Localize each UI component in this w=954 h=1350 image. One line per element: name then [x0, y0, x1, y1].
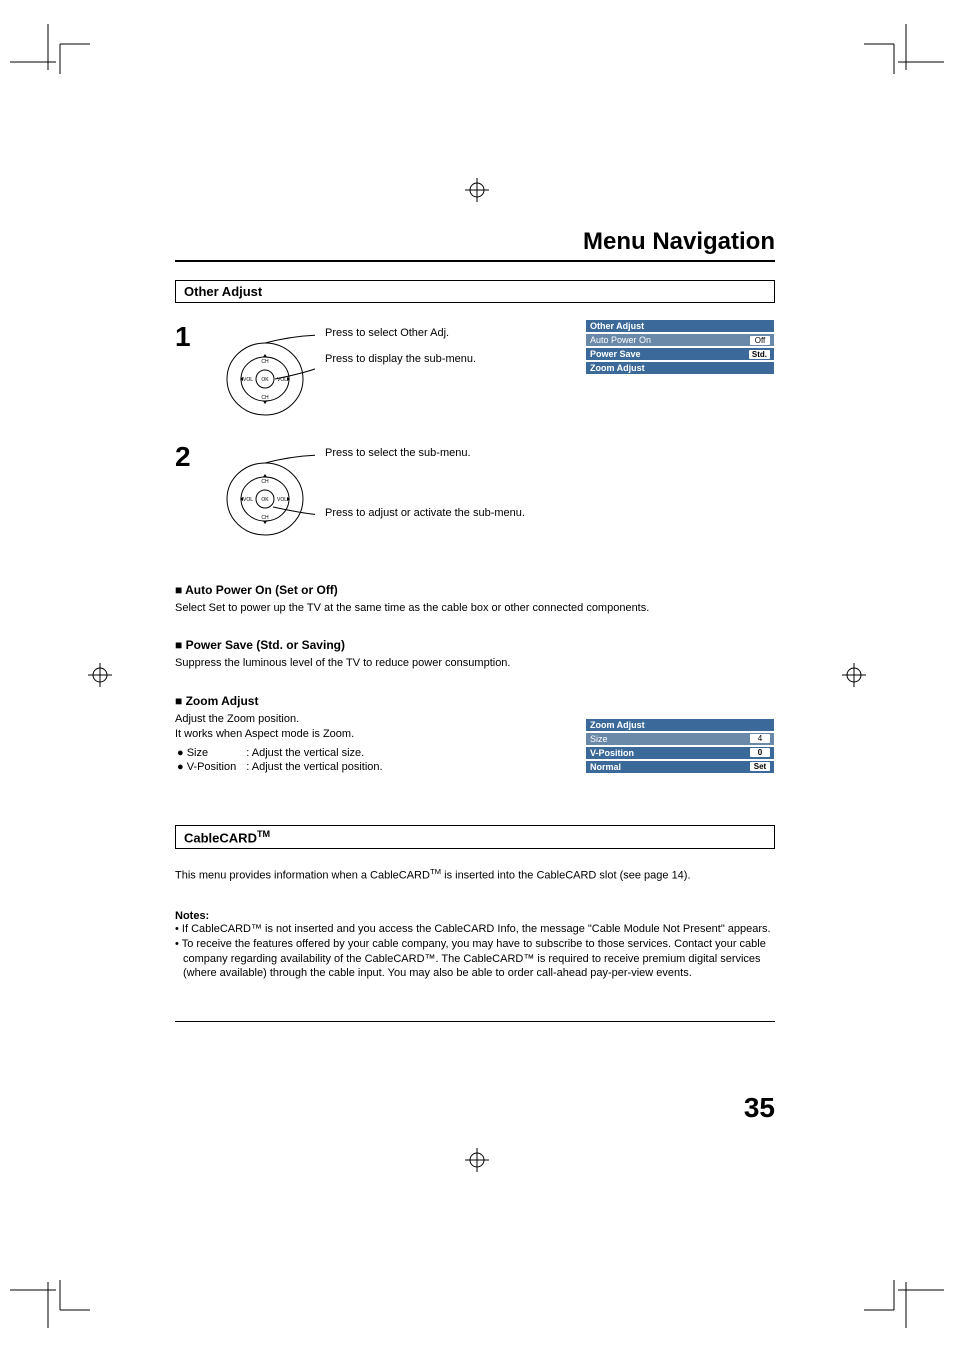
page-content: Menu Navigation Other Adjust 1 OK CH CH … [175, 228, 775, 1124]
osd-other-adjust: Other Adjust Auto Power OnOff Power Save… [585, 319, 775, 375]
cablecard-body: This menu provides information when a Ca… [175, 867, 775, 884]
step-2: 2 OK CH CH VOL VOL Press to select the s… [175, 441, 775, 561]
step-1-number: 1 [175, 321, 191, 353]
notes-list: If CableCARD™ is not inserted and you ac… [175, 922, 775, 981]
svg-text:OK: OK [261, 377, 269, 383]
step2-text-2: Press to adjust or activate the sub-menu… [325, 507, 525, 519]
subhead-auto-power: Auto Power On (Set or Off) [175, 583, 775, 597]
remote-dpad-icon: OK CH CH VOL VOL [215, 327, 315, 427]
subhead-power-save: Power Save (Std. or Saving) [175, 638, 775, 652]
svg-text:CH: CH [261, 395, 269, 401]
remote-dpad-icon: OK CH CH VOL VOL [215, 447, 315, 547]
svg-text:VOL: VOL [277, 497, 287, 503]
svg-text:VOL: VOL [243, 497, 253, 503]
svg-text:CH: CH [261, 479, 269, 485]
subhead-zoom: Zoom Adjust [175, 694, 775, 708]
step-1: 1 OK CH CH VOL VOL Press to select Other… [175, 321, 775, 441]
section-cablecard-heading: CableCARDTM [175, 825, 775, 849]
note-item: If CableCARD™ is not inserted and you ac… [175, 922, 775, 937]
page-title: Menu Navigation [175, 228, 775, 256]
osd-zoom-adjust: Zoom Adjust Size4 V-Position0 NormalSet [585, 718, 775, 774]
power-save-body: Suppress the luminous level of the TV to… [175, 656, 775, 671]
step-2-number: 2 [175, 441, 191, 473]
step2-text-1: Press to select the sub-menu. [325, 447, 471, 459]
auto-power-body: Select Set to power up the TV at the sam… [175, 601, 775, 616]
section-other-adjust-heading: Other Adjust [175, 280, 775, 303]
page-number: 35 [175, 1092, 775, 1124]
step1-text-1: Press to select Other Adj. [325, 327, 449, 339]
svg-text:CH: CH [261, 515, 269, 521]
header-rule [175, 260, 775, 262]
osd-title: Other Adjust [590, 321, 644, 331]
notes-heading: Notes: [175, 910, 775, 922]
svg-text:CH: CH [261, 359, 269, 365]
zoom-bullets: ● Size: Adjust the vertical size. ● V-Po… [175, 745, 393, 775]
step1-text-2: Press to display the sub-menu. [325, 353, 476, 365]
svg-text:OK: OK [261, 497, 269, 503]
footer-rule [175, 1021, 775, 1022]
svg-text:VOL: VOL [243, 377, 253, 383]
note-item: To receive the features offered by your … [175, 937, 775, 982]
